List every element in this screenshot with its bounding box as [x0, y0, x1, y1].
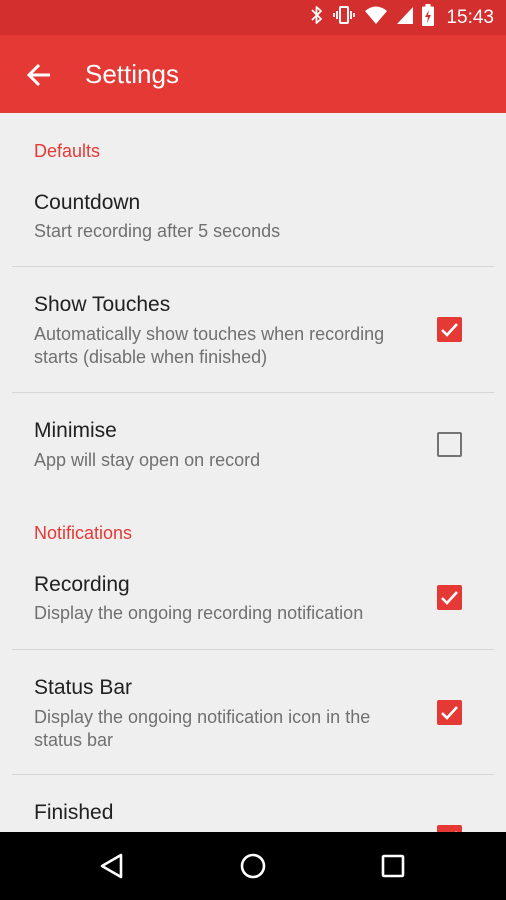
- nav-recents-button[interactable]: [373, 846, 413, 886]
- settings-list[interactable]: Defaults Countdown Start recording after…: [0, 113, 506, 832]
- pref-show-touches[interactable]: Show Touches Automatically show touches …: [0, 267, 506, 392]
- page-title: Settings: [85, 59, 179, 89]
- arrow-left-icon: [26, 63, 50, 87]
- pref-finished[interactable]: Finished: [0, 775, 506, 832]
- pref-summary: Automatically show touches when recordin…: [34, 324, 385, 367]
- pref-title: Countdown: [34, 191, 141, 214]
- status-icons: 15:43: [310, 0, 494, 35]
- pref-summary: Start recording after 5 seconds: [34, 221, 281, 241]
- pref-title: Status Bar: [34, 676, 133, 699]
- app-bar: Settings: [0, 35, 506, 113]
- pref-summary: Display the ongoing notification icon in…: [34, 707, 371, 750]
- pref-title: Minimise: [34, 419, 117, 442]
- pref-summary: Display the ongoing recording notificati…: [34, 603, 364, 623]
- pref-countdown[interactable]: Countdown Start recording after 5 second…: [0, 177, 506, 265]
- pref-summary: App will stay open on record: [34, 450, 261, 470]
- navigation-bar: [0, 832, 506, 900]
- back-button[interactable]: [22, 58, 56, 92]
- pref-minimise[interactable]: Minimise App will stay open on record: [0, 393, 506, 501]
- pref-status-bar[interactable]: Status Bar Display the ongoing notificat…: [0, 650, 506, 774]
- wifi-icon: [364, 5, 388, 30]
- bluetooth-icon: [310, 5, 324, 30]
- check-icon: [455, 831, 457, 832]
- pref-title: Recording: [34, 573, 130, 596]
- status-bar: 15:43: [0, 0, 506, 35]
- signal-icon: [396, 5, 414, 30]
- pref-title: Finished: [34, 801, 114, 824]
- home-circle-icon: [240, 853, 266, 879]
- section-header-notifications: Notifications: [34, 523, 133, 543]
- checkbox-show-touches[interactable]: [437, 317, 462, 342]
- checkbox-finished[interactable]: [437, 825, 462, 832]
- checkbox-recording[interactable]: [437, 585, 462, 610]
- pref-recording[interactable]: Recording Display the ongoing recording …: [0, 559, 506, 649]
- check-icon: [441, 591, 458, 605]
- checkbox-status-bar[interactable]: [437, 700, 462, 725]
- clock: 15:43: [446, 6, 494, 28]
- battery-charging-icon: [422, 4, 435, 31]
- nav-home-button[interactable]: [233, 846, 273, 886]
- check-icon: [441, 323, 458, 337]
- checkbox-minimise[interactable]: [437, 432, 462, 457]
- vibrate-icon: [332, 5, 356, 30]
- back-triangle-icon: [100, 853, 123, 879]
- recents-square-icon: [381, 854, 405, 878]
- section-header-defaults: Defaults: [34, 141, 101, 161]
- pref-title: Show Touches: [34, 293, 171, 316]
- nav-back-button[interactable]: [92, 846, 132, 886]
- check-icon: [441, 706, 458, 720]
